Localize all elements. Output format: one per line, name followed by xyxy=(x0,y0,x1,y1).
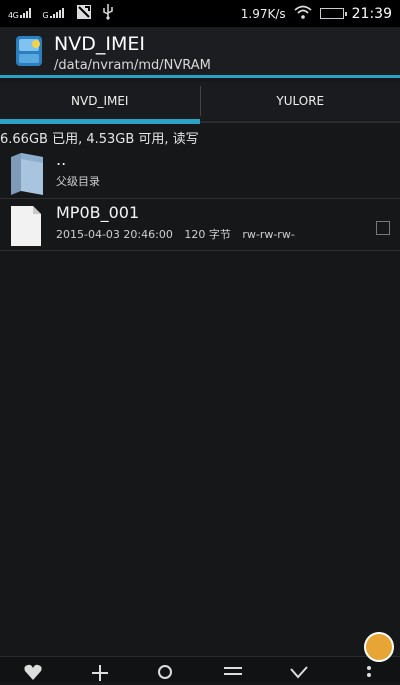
tab-indicator xyxy=(0,119,200,124)
status-bar: 4G G 1.97K/s 21:39 xyxy=(0,0,400,27)
tab-nvd-imei[interactable]: NVD_IMEI xyxy=(0,82,200,120)
clock: 21:39 xyxy=(352,6,392,22)
search-icon[interactable] xyxy=(155,663,177,681)
add-icon[interactable] xyxy=(89,663,111,681)
usb-icon xyxy=(102,4,114,23)
signal-label: G xyxy=(42,11,48,20)
list-item-meta: 2015-04-03 20:46:00 120 字节 rw-rw-rw- xyxy=(56,226,303,242)
file-icon xyxy=(9,204,43,252)
list-item-name: .. xyxy=(56,150,66,169)
more-icon[interactable] xyxy=(358,663,380,681)
signal-icon: 4G xyxy=(8,8,32,20)
app-header: NVD_IMEI /data/nvram/md/NVRAM xyxy=(0,27,400,75)
list-item-name: MP0B_001 xyxy=(56,203,139,222)
file-size: 120 字节 xyxy=(184,228,231,241)
tab-bar: NVD_IMEI YULORE xyxy=(0,82,400,120)
wifi-icon xyxy=(294,5,312,22)
list-item-subtitle: 父级目录 xyxy=(56,173,100,189)
watermark-icon xyxy=(364,632,394,662)
net-speed: 1.97K/s xyxy=(241,7,286,21)
notification-icon xyxy=(76,4,92,23)
check-icon[interactable] xyxy=(288,663,310,681)
select-checkbox[interactable] xyxy=(376,221,390,235)
tab-track xyxy=(200,121,400,123)
folder-icon xyxy=(9,151,45,199)
signal-icon: G xyxy=(42,8,66,20)
page-title: NVD_IMEI xyxy=(54,33,145,55)
app-logo-icon[interactable] xyxy=(14,34,44,68)
battery-icon xyxy=(320,8,344,19)
signal-label: 4G xyxy=(8,11,18,20)
menu-icon[interactable] xyxy=(222,663,244,681)
current-path: /data/nvram/md/NVRAM xyxy=(54,58,211,73)
header-divider xyxy=(0,75,400,78)
bottom-toolbar xyxy=(0,656,400,682)
tab-yulore[interactable]: YULORE xyxy=(201,82,400,120)
watermark-logo xyxy=(364,632,394,662)
file-date: 2015-04-03 20:46:00 xyxy=(56,228,173,241)
favorite-icon[interactable] xyxy=(22,663,44,681)
list-item-parent-directory[interactable]: .. 父级目录 xyxy=(0,146,400,199)
file-permissions: rw-rw-rw- xyxy=(242,228,294,241)
storage-info: 6.66GB 已用, 4.53GB 可用, 读写 xyxy=(0,128,199,147)
file-list: .. 父级目录 MP0B_001 2015-04-03 20:46:00 120… xyxy=(0,146,400,251)
list-item[interactable]: MP0B_001 2015-04-03 20:46:00 120 字节 rw-r… xyxy=(0,199,400,251)
